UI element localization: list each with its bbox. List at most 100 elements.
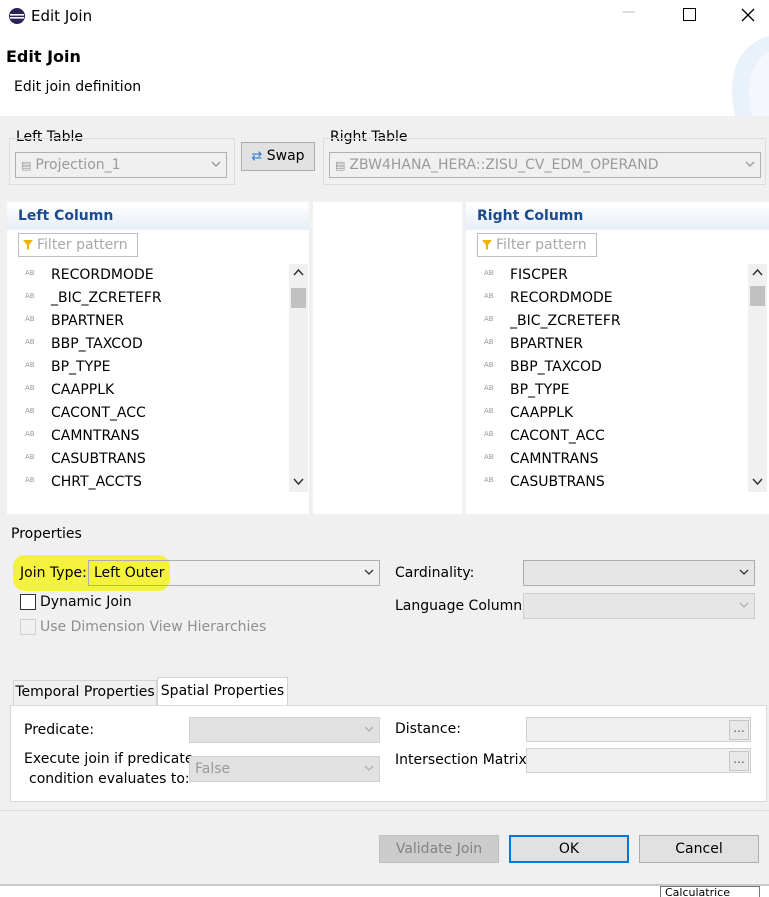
right-scrollbar[interactable] [748, 264, 767, 492]
list-item[interactable]: AB RECORDMODE [18, 264, 288, 287]
list-item-label: BP_TYPE [510, 382, 570, 398]
right-column-panel: Right Column Filter pattern AB FISCPER AB R… [466, 202, 769, 514]
right-filter-input[interactable]: Filter pattern [477, 233, 597, 257]
validate-join-button[interactable]: Validate Join [379, 835, 499, 863]
scroll-down-icon[interactable] [752, 477, 763, 486]
attribute-icon: AB [484, 430, 494, 438]
dialog-header: Edit Join Edit join definition [0, 32, 769, 116]
language-column-select[interactable] [523, 593, 755, 619]
intersection-browse-button[interactable]: ... [729, 751, 749, 771]
left-column-panel: Left Column Filter pattern AB RECORDMODE A… [7, 202, 309, 514]
cardinality-label: Cardinality: [395, 565, 475, 581]
right-table-value: ZBW4HANA_HERA::ZISU_CV_EDM_OPERAND [349, 157, 659, 173]
tab-spatial-label: Spatial Properties [160, 683, 285, 699]
left-table-select[interactable]: ▤ Projection_1 [15, 152, 227, 178]
chevron-down-icon [211, 161, 221, 167]
list-item-label: _BIC_ZCRETEFR [510, 313, 621, 329]
right-column-header: Right Column [477, 208, 584, 224]
list-item[interactable]: AB _BIC_ZCRETEFR [18, 287, 288, 310]
scroll-down-icon[interactable] [293, 477, 304, 486]
dynamic-join-checkbox[interactable] [20, 594, 36, 610]
intersection-matrix-field[interactable] [526, 748, 751, 773]
tab-temporal-properties[interactable]: Temporal Properties [13, 680, 157, 705]
attribute-icon: AB [25, 430, 35, 438]
list-item-label: RECORDMODE [51, 267, 154, 283]
edit-join-dialog: Edit Join — Edit Join Edit join definiti… [0, 0, 769, 897]
list-item-label: CASUBTRANS [51, 451, 146, 467]
attribute-icon: AB [484, 315, 494, 323]
list-item-label: CAMNTRANS [51, 428, 140, 444]
title-bar: Edit Join — [0, 0, 769, 32]
list-item[interactable]: AB BP_TYPE [477, 379, 747, 402]
list-item[interactable]: AB CAAPPLK [477, 402, 747, 425]
list-item[interactable]: AB BBP_TAXCOD [18, 333, 288, 356]
attribute-icon: AB [25, 361, 35, 369]
cardinality-select[interactable] [523, 560, 755, 586]
predicate-label: Predicate: [24, 722, 95, 738]
attribute-icon: AB [484, 476, 494, 484]
left-scroll-thumb[interactable] [291, 288, 306, 308]
list-item-label: CAAPPLK [510, 405, 574, 421]
cancel-button[interactable]: Cancel [639, 835, 759, 863]
distance-field[interactable] [526, 717, 751, 742]
list-item-label: BPARTNER [510, 336, 584, 352]
join-type-value: Left Outer [94, 565, 165, 581]
filter-icon [482, 240, 492, 250]
list-item[interactable]: AB _BIC_ZCRETEFR [477, 310, 747, 333]
maximize-button[interactable] [683, 8, 696, 21]
list-item[interactable]: AB CACONT_ACC [18, 402, 288, 425]
list-item[interactable]: AB CASUBTRANS [18, 448, 288, 471]
list-item[interactable]: AB CAMNTRANS [477, 448, 747, 471]
attribute-icon: AB [25, 338, 35, 346]
close-icon[interactable] [741, 8, 755, 22]
join-type-select[interactable]: Left Outer [88, 560, 380, 586]
list-item[interactable]: AB BPARTNER [18, 310, 288, 333]
list-item[interactable]: AB RECORDMODE [477, 287, 747, 310]
chevron-down-icon [364, 569, 374, 575]
scroll-up-icon[interactable] [293, 268, 304, 277]
list-item-label: CAAPPLK [51, 382, 115, 398]
attribute-icon: AB [484, 361, 494, 369]
join-mapping-area[interactable] [313, 202, 462, 514]
execute-join-select[interactable]: False [189, 756, 380, 782]
attribute-icon: AB [484, 407, 494, 415]
tab-temporal-label: Temporal Properties [15, 684, 155, 700]
background-strip [0, 885, 769, 897]
list-item[interactable]: AB CAAPPLK [18, 379, 288, 402]
execute-join-value: False [195, 761, 231, 777]
list-item-label: BP_TYPE [51, 359, 111, 375]
page-subtitle: Edit join definition [14, 79, 142, 95]
ok-button[interactable]: OK [509, 835, 629, 863]
use-dimension-checkbox[interactable] [20, 619, 36, 635]
eclipse-icon [9, 8, 25, 24]
attribute-icon: AB [484, 269, 494, 277]
list-item-label: CACONT_ACC [510, 428, 605, 444]
distance-browse-button[interactable]: ... [729, 720, 749, 740]
tab-spatial-properties[interactable]: Spatial Properties [157, 677, 288, 706]
list-item[interactable]: AB CHRT_ACCTS [18, 471, 288, 494]
list-item[interactable]: AB BPARTNER [477, 333, 747, 356]
list-item-label: CAMNTRANS [510, 451, 599, 467]
page-title: Edit Join [6, 47, 81, 66]
swap-button[interactable]: ⇄ Swap [241, 142, 315, 171]
list-item-label: BPARTNER [51, 313, 125, 329]
list-item[interactable]: AB BBP_TAXCOD [477, 356, 747, 379]
list-item[interactable]: AB FISCPER [477, 264, 747, 287]
right-scroll-thumb[interactable] [750, 286, 765, 306]
left-scrollbar[interactable] [289, 264, 308, 492]
minimize-button[interactable]: — [622, 4, 636, 20]
chevron-down-icon [739, 602, 749, 608]
scroll-up-icon[interactable] [752, 268, 763, 277]
list-item-label: _BIC_ZCRETEFR [51, 290, 162, 306]
chevron-down-icon [745, 161, 755, 167]
right-table-select[interactable]: ▤ ZBW4HANA_HERA::ZISU_CV_EDM_OPERAND [329, 152, 761, 178]
attribute-icon: AB [484, 338, 494, 346]
execute-join-label-line1: Execute join if predicate [24, 751, 194, 767]
predicate-select[interactable] [189, 717, 380, 743]
attribute-icon: AB [484, 384, 494, 392]
list-item[interactable]: AB CASUBTRANS [477, 471, 747, 494]
list-item[interactable]: AB CAMNTRANS [18, 425, 288, 448]
list-item[interactable]: AB BP_TYPE [18, 356, 288, 379]
left-filter-input[interactable]: Filter pattern [18, 233, 138, 257]
list-item[interactable]: AB CACONT_ACC [477, 425, 747, 448]
